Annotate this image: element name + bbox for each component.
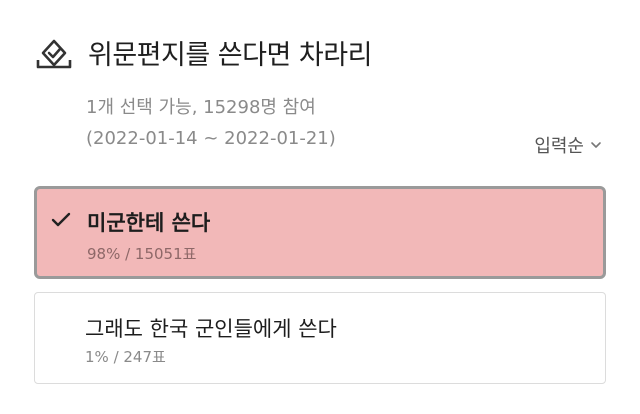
sort-dropdown[interactable]: 입력순: [534, 132, 602, 158]
poll-participation-info: 1개 선택 가능, 15298명 참여: [86, 97, 316, 118]
poll-card: 위문편지를 쓴다면 차라리 1개 선택 가능, 15298명 참여 (2022-…: [0, 0, 640, 414]
poll-period: (2022-01-14 ~ 2022-01-21): [86, 128, 336, 149]
checkmark-icon: [51, 212, 71, 227]
chevron-down-icon: [591, 142, 601, 148]
sort-label: 입력순: [534, 136, 584, 157]
poll-option-result: 1% / 247표: [85, 348, 166, 366]
ballot-check-icon: [36, 39, 72, 69]
poll-option[interactable]: 그래도 한국 군인들에게 쓴다 1% / 247표: [34, 292, 606, 384]
poll-option-label: 미군한테 쓴다: [87, 211, 211, 235]
poll-option-label: 그래도 한국 군인들에게 쓴다: [85, 317, 337, 341]
poll-title: 위문편지를 쓴다면 차라리: [88, 39, 372, 71]
poll-option-result: 98% / 15051표: [87, 245, 197, 263]
poll-option-selected[interactable]: 미군한테 쓴다 98% / 15051표: [34, 186, 606, 279]
poll-header: 위문편지를 쓴다면 차라리: [34, 32, 372, 72]
